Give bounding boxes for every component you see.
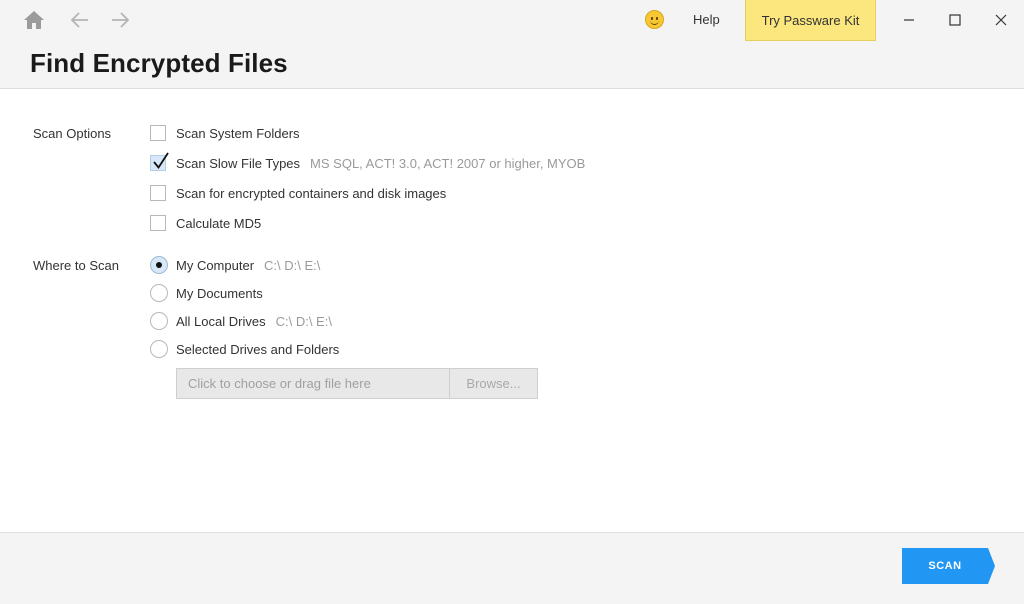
option-label: Calculate MD5 [176, 215, 262, 231]
checkbox[interactable] [150, 125, 166, 141]
try-passware-kit-button[interactable]: Try Passware Kit [745, 0, 876, 41]
scan-options-label: Scan Options [33, 126, 112, 141]
option-scan-encrypted-containers[interactable]: Scan for encrypted containers and disk i… [150, 184, 446, 202]
title-bar: Help Try Passware Kit [0, 0, 1024, 41]
checkbox-checked[interactable] [150, 152, 169, 171]
radio[interactable] [150, 312, 168, 330]
home-icon[interactable] [22, 8, 46, 32]
option-label: Scan System Folders [176, 125, 300, 141]
radio[interactable] [150, 284, 168, 302]
arrow-right-icon[interactable] [108, 8, 132, 32]
option-label: My Computer [176, 257, 255, 273]
option-hint: MS SQL, ACT! 3.0, ACT! 2007 or higher, M… [310, 155, 586, 171]
option-label: Selected Drives and Folders [176, 341, 340, 357]
option-label: My Documents [176, 285, 263, 301]
location-all-local-drives[interactable]: All Local Drives C:\ D:\ E:\ [150, 312, 332, 330]
option-hint: C:\ D:\ E:\ [275, 313, 332, 329]
option-scan-system-folders[interactable]: Scan System Folders [150, 124, 300, 142]
location-my-computer[interactable]: My Computer C:\ D:\ E:\ [150, 256, 320, 274]
arrow-left-icon[interactable] [68, 8, 92, 32]
option-calculate-md5[interactable]: Calculate MD5 [150, 214, 261, 232]
checkbox[interactable] [150, 185, 166, 201]
close-icon[interactable] [989, 8, 1013, 32]
smiley-icon[interactable] [645, 10, 664, 29]
help-link[interactable]: Help [693, 12, 720, 27]
page-title: Find Encrypted Files [30, 48, 288, 78]
checkmark-icon [153, 152, 169, 170]
main-content: Scan Options Scan System Folders Scan Sl… [0, 88, 1024, 533]
browse-button[interactable]: Browse... [449, 368, 538, 399]
option-label: Scan for encrypted containers and disk i… [176, 185, 447, 201]
where-to-scan-label: Where to Scan [33, 258, 119, 273]
radio-selected[interactable] [150, 256, 168, 274]
app-window: Help Try Passware Kit Find Encrypted Fil… [0, 0, 1024, 604]
scan-button[interactable]: SCAN [902, 548, 995, 584]
radio[interactable] [150, 340, 168, 358]
file-path-input[interactable] [176, 368, 449, 399]
option-scan-slow-file-types[interactable]: Scan Slow File Types MS SQL, ACT! 3.0, A… [150, 152, 586, 172]
option-label: Scan Slow File Types [176, 155, 301, 171]
option-hint: C:\ D:\ E:\ [264, 257, 321, 273]
checkbox[interactable] [150, 215, 166, 231]
file-picker: Browse... [176, 368, 538, 399]
option-label: All Local Drives [176, 313, 266, 329]
maximize-icon[interactable] [943, 8, 967, 32]
location-my-documents[interactable]: My Documents [150, 284, 263, 302]
minimize-icon[interactable] [897, 8, 921, 32]
scan-button-label: SCAN [928, 560, 962, 572]
location-selected-drives-and-folders[interactable]: Selected Drives and Folders [150, 340, 339, 358]
